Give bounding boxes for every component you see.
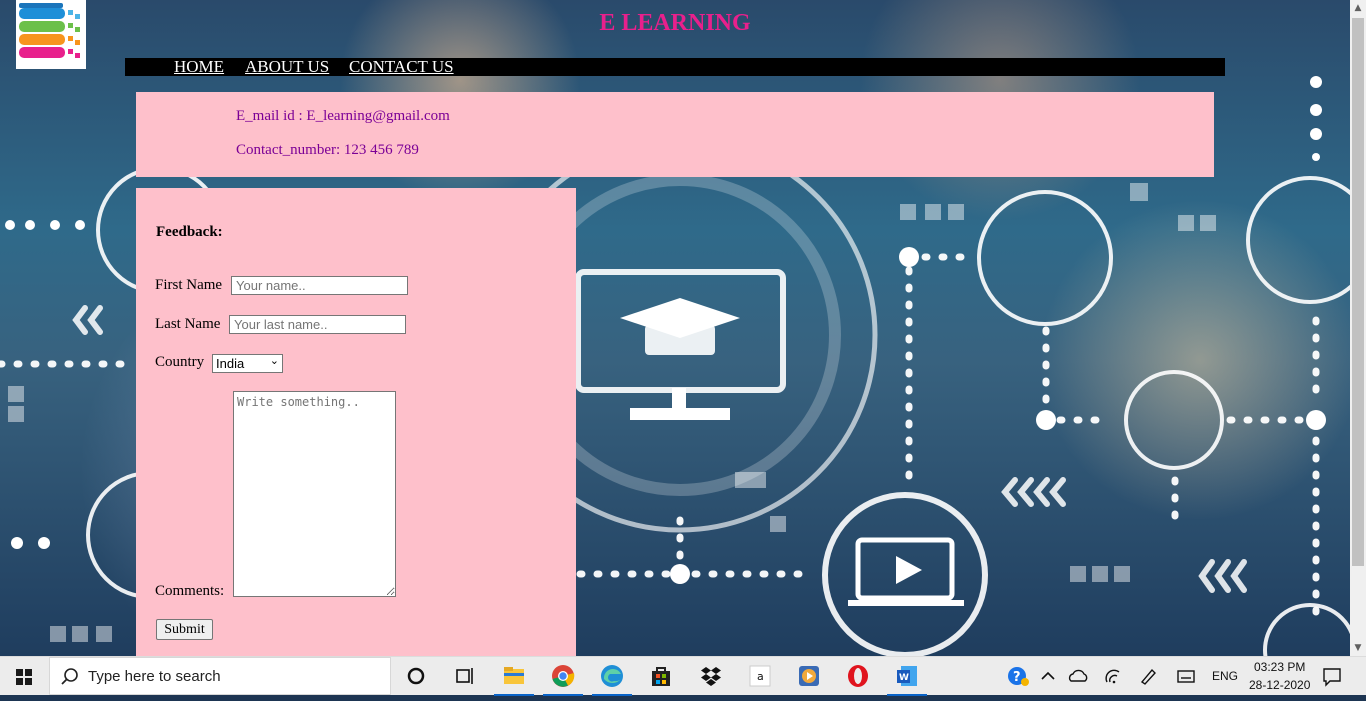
contact-info-panel: E_mail id : E_learning@gmail.com Contact… [136, 92, 1214, 177]
edge-icon[interactable] [598, 662, 626, 690]
wifi-icon[interactable] [1099, 662, 1127, 690]
svg-text:W: W [899, 673, 909, 683]
taskbar-search-box[interactable]: Type here to search [49, 657, 391, 695]
word-icon[interactable]: W [893, 662, 921, 690]
feedback-heading: Feedback: [156, 224, 223, 240]
page-scrollbar[interactable]: ▲ ▼ [1350, 0, 1366, 656]
chrome-icon[interactable] [549, 662, 577, 690]
submit-button[interactable]: Submit [156, 619, 213, 640]
help-icon[interactable]: ? [1004, 662, 1032, 690]
search-placeholder: Type here to search [88, 668, 221, 685]
svg-text:a: a [757, 670, 764, 683]
contact-email: E_mail id : E_learning@gmail.com [236, 108, 450, 124]
file-explorer-icon[interactable] [500, 662, 528, 690]
last-name-input[interactable] [229, 315, 406, 334]
opera-icon[interactable] [844, 662, 872, 690]
site-logo [16, 0, 86, 69]
scroll-up-arrow-icon[interactable]: ▲ [1350, 0, 1366, 16]
amazon-icon[interactable]: a [746, 662, 774, 690]
clock-date[interactable]: 28-12-2020 [1249, 678, 1310, 692]
cortana-icon[interactable] [402, 662, 430, 690]
language-indicator[interactable]: ENG [1212, 669, 1238, 683]
first-name-label: First Name [155, 277, 223, 293]
contact-phone: Contact_number: 123 456 789 [236, 142, 419, 158]
onedrive-icon[interactable] [1064, 662, 1092, 690]
nav-contact-link[interactable]: CONTACT US [349, 57, 454, 77]
scroll-down-arrow-icon[interactable]: ▼ [1350, 640, 1366, 656]
windows-logo-icon [16, 669, 32, 685]
media-player-icon[interactable] [795, 662, 823, 690]
chevron-down-icon: ⌄ [269, 355, 279, 367]
country-selected-value: India [216, 356, 245, 371]
comments-label: Comments: [155, 583, 225, 599]
clock-time[interactable]: 03:23 PM [1254, 660, 1305, 674]
keyboard-icon[interactable] [1172, 662, 1200, 690]
svg-text:?: ? [1013, 670, 1021, 685]
store-icon[interactable] [647, 662, 675, 690]
task-view-icon[interactable] [450, 662, 478, 690]
country-select[interactable]: India ⌄ [212, 354, 283, 373]
windows-taskbar: Type here to search a W ? ENG 03:23 PM 2… [0, 656, 1366, 696]
dropbox-icon[interactable] [697, 662, 725, 690]
search-icon [61, 668, 78, 685]
last-name-label: Last Name [155, 316, 221, 332]
start-button[interactable] [0, 657, 48, 696]
comments-textarea[interactable] [233, 391, 396, 597]
pen-icon[interactable] [1134, 662, 1162, 690]
first-name-input[interactable] [231, 276, 408, 295]
country-label: Country [155, 354, 205, 370]
notification-icon[interactable] [1318, 662, 1346, 690]
scroll-thumb[interactable] [1352, 18, 1364, 566]
chevron-up-icon[interactable] [1034, 662, 1062, 690]
nav-about-link[interactable]: ABOUT US [245, 57, 329, 77]
nav-home-link[interactable]: HOME [174, 57, 224, 77]
main-nav: HOME ABOUT US CONTACT US [125, 57, 1225, 77]
site-title: E LEARNING [599, 10, 751, 36]
feedback-form: Feedback: First Name Last Name Country I… [136, 188, 576, 656]
